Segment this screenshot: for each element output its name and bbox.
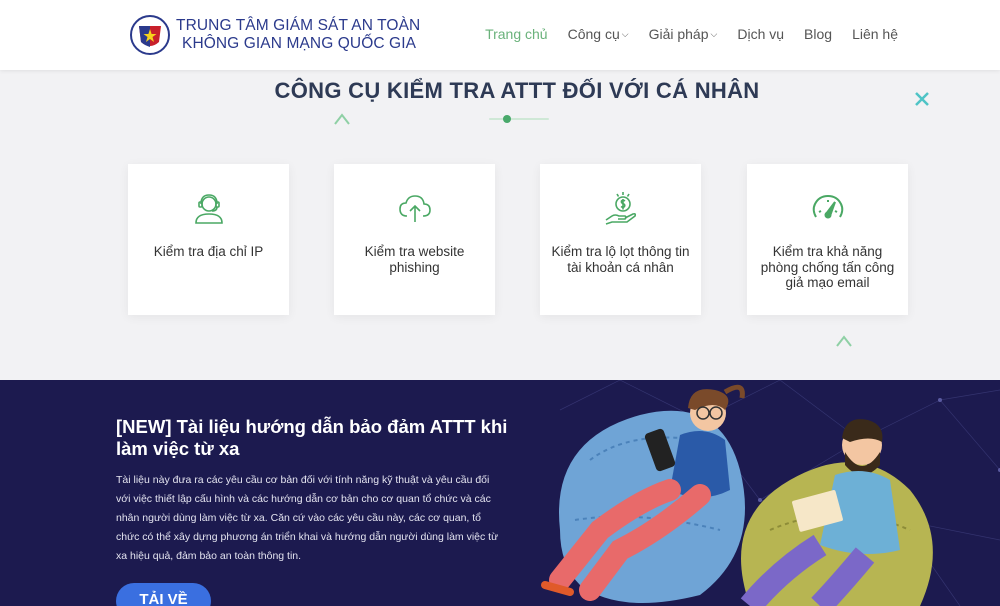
nav-item-solutions[interactable]: Giải pháp ⌵ (649, 26, 718, 42)
nav-item-home[interactable]: Trang chủ (485, 26, 548, 42)
tools-section: CÔNG CỤ KIỂM TRA ATTT ĐỐI VỚI CÁ NHÂN Ki… (0, 70, 1000, 380)
tool-card-email-spoof-check[interactable]: Kiểm tra khả năng phòng chống tấn công g… (747, 164, 908, 315)
cross-deco-icon (915, 92, 929, 106)
tool-card-phishing-check[interactable]: Kiểm tra website phishing (334, 164, 495, 315)
brand-line-2: KHÔNG GIAN MẠNG QUỐC GIA (182, 35, 417, 52)
money-hand-icon (605, 192, 636, 225)
nav-label: Trang chủ (485, 26, 548, 42)
brand-name[interactable]: TRUNG TÂM GIÁM SÁT AN TOÀN KHÔNG GIAN MẠ… (176, 17, 420, 53)
user-headset-icon (194, 194, 223, 224)
title-divider (489, 115, 549, 123)
download-button[interactable]: TẢI VỀ (116, 583, 211, 606)
nav-item-services[interactable]: Dịch vụ (737, 26, 784, 42)
nav-label: Giải pháp (648, 26, 709, 42)
nav-label: Công cụ (567, 26, 620, 42)
cloud-upload-icon (398, 195, 431, 222)
nav-item-tools[interactable]: Công cụ ⌵ (568, 26, 629, 42)
nav-label: Dịch vụ (737, 26, 785, 42)
chevron-down-icon: ⌵ (621, 28, 629, 39)
card-label: Kiểm tra website phishing (364, 244, 465, 275)
nav-item-blog[interactable]: Blog (804, 26, 832, 42)
remote-work-banner: [NEW] Tài liệu hướng dẫn bảo đảm ATTT kh… (0, 380, 1000, 606)
nav-label: Liên hệ (852, 26, 898, 42)
logo-icon[interactable] (129, 14, 171, 56)
triangle-deco-icon (836, 335, 852, 347)
site-header: TRUNG TÂM GIÁM SÁT AN TOÀN KHÔNG GIAN MẠ… (0, 0, 1000, 70)
card-label: Kiểm tra địa chỉ IP (153, 244, 264, 259)
speedometer-icon (812, 194, 843, 219)
banner-title: [NEW] Tài liệu hướng dẫn bảo đảm ATTT kh… (116, 416, 508, 459)
tool-card-leak-check[interactable]: Kiểm tra lộ lọt thông tin tài khoản cá n… (540, 164, 701, 315)
divider-bar (489, 118, 549, 120)
tool-card-ip-check[interactable]: Kiểm tra địa chỉ IP (128, 164, 289, 315)
section-title: CÔNG CỤ KIỂM TRA ATTT ĐỐI VỚI CÁ NHÂN (274, 78, 760, 103)
nav-item-contact[interactable]: Liên hệ (852, 26, 898, 42)
divider-dot (503, 115, 511, 123)
nav-label: Blog (804, 26, 833, 42)
main-nav: Trang chủ Công cụ ⌵ Giải pháp ⌵ Dịch vụ Bl… (465, 26, 898, 42)
chevron-down-icon: ⌵ (710, 28, 718, 39)
brand-line-1: TRUNG TÂM GIÁM SÁT AN TOÀN (176, 17, 421, 34)
card-label: Kiểm tra khả năng phòng chống tấn công g… (760, 244, 895, 290)
banner-description: Tài liệu này đưa ra các yêu cầu cơ bản đ… (116, 474, 499, 562)
card-label: Kiểm tra lộ lọt thông tin tài khoản cá n… (551, 244, 690, 275)
remote-work-illustration (541, 384, 933, 606)
triangle-deco-icon (334, 113, 350, 125)
